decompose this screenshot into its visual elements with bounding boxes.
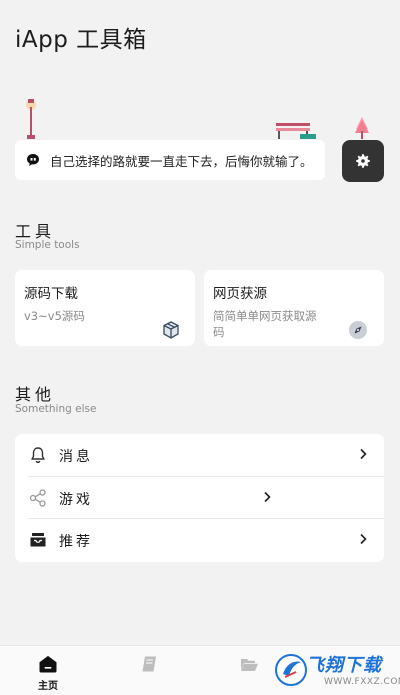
nav-item-home[interactable]: 主页 [8, 646, 88, 695]
list-item-label: 游戏 [59, 492, 93, 508]
list-item-messages[interactable]: 消息 [15, 434, 384, 476]
tool-card-desc-line2: 码 [213, 325, 225, 339]
gear-icon [354, 152, 372, 170]
tool-card-desc: 简简单单网页获取源 码 [213, 308, 317, 340]
chat-quote-icon [26, 153, 40, 167]
compass-icon [348, 320, 368, 340]
settings-button[interactable] [342, 140, 384, 182]
tool-card-desc-line1: 简简单单网页获取源 [213, 309, 317, 323]
folder-icon [239, 654, 259, 674]
tool-card-desc: v3~v5源码 [24, 309, 85, 323]
watermark-text: 飞翔下载 [306, 655, 382, 676]
quote-card[interactable]: 自己选择的路就要一直走下去，后悔你就输了。 [15, 140, 325, 180]
tool-card-web-source[interactable]: 网页获源 简简单单网页获取源 码 [204, 270, 384, 346]
chevron-right-icon [262, 491, 272, 503]
nav-label: 主页 [38, 681, 58, 692]
bench-illustration [276, 123, 316, 139]
lamp-post-illustration [26, 99, 36, 139]
tool-card-title: 网页获源 [213, 286, 267, 302]
inbox-icon [28, 530, 48, 550]
nav-item-book[interactable] [109, 646, 189, 695]
other-section-subtitle: Something else [15, 403, 97, 415]
quote-text: 自己选择的路就要一直走下去，后悔你就输了。 [50, 153, 313, 169]
watermark-emblem-icon [275, 654, 307, 686]
header-illustration [0, 95, 400, 140]
tool-card-title: 源码下载 [24, 286, 78, 302]
tool-card-source-download[interactable]: 源码下载 v3~v5源码 [15, 270, 195, 346]
bell-icon [28, 445, 48, 465]
home-icon [38, 654, 58, 674]
share-icon [28, 488, 48, 508]
list-item-recommend[interactable]: 推荐 [15, 519, 384, 561]
list-item-games[interactable]: 游戏 [15, 477, 384, 519]
other-section-title: 其他 [15, 385, 56, 404]
watermark-logo: 飞翔下载 WWW.FXXZ.COM [272, 648, 400, 692]
list-item-label: 推荐 [59, 534, 93, 550]
tools-section-subtitle: Simple tools [15, 239, 80, 251]
app-title: iApp 工具箱 [15, 27, 147, 53]
chevron-right-icon [358, 448, 368, 460]
other-list: 消息 游戏 推荐 [15, 434, 384, 562]
tree-illustration [355, 117, 369, 139]
watermark-url: WWW.FXXZ.COM [324, 677, 400, 687]
package-icon [161, 320, 181, 340]
chevron-right-icon [358, 533, 368, 545]
list-item-label: 消息 [59, 449, 93, 465]
book-icon [139, 654, 159, 674]
